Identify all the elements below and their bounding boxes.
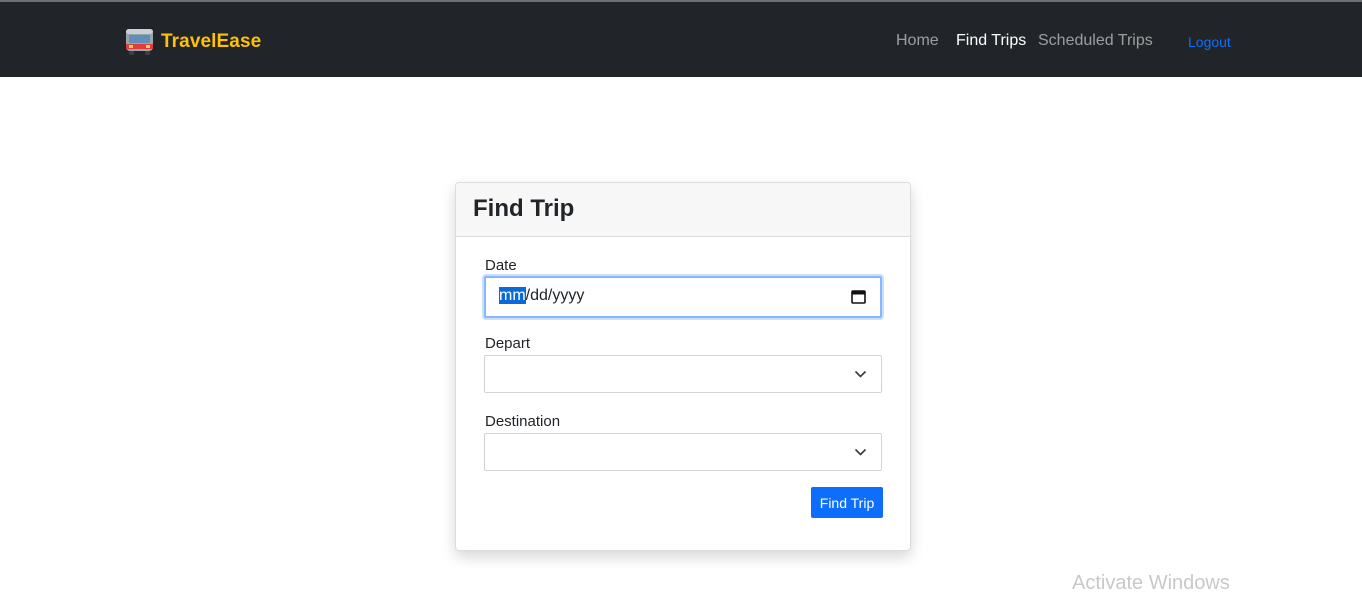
chevron-down-icon [854, 370, 867, 378]
calendar-icon[interactable] [851, 289, 866, 304]
date-day-year-segment[interactable]: /dd/yyyy [526, 287, 585, 304]
date-month-segment[interactable]: mm [499, 287, 526, 304]
top-navbar: TravelEase Home Find Trips Scheduled Tri… [0, 0, 1362, 77]
nav-link-scheduled-trips[interactable]: Scheduled Trips [1038, 32, 1153, 50]
destination-select[interactable] [484, 433, 882, 471]
bus-icon [126, 29, 153, 55]
date-label: Date [485, 257, 517, 274]
date-input[interactable]: mm/dd/yyyy [484, 276, 882, 318]
nav-link-find-trips[interactable]: Find Trips [956, 32, 1026, 50]
nav-link-home[interactable]: Home [896, 32, 939, 50]
depart-select[interactable] [484, 355, 882, 393]
activate-windows-watermark: Activate Windows [1072, 572, 1230, 594]
brand-name: TravelEase [161, 31, 262, 52]
card-title: Find Trip [473, 195, 575, 222]
find-trip-button[interactable]: Find Trip [811, 487, 883, 518]
date-placeholder: mm/dd/yyyy [499, 287, 584, 305]
find-trip-card: Find Trip Date mm/dd/yyyy Depart Destina… [455, 182, 911, 551]
logout-link[interactable]: Logout [1188, 34, 1231, 50]
depart-label: Depart [485, 335, 531, 352]
destination-label: Destination [485, 413, 561, 430]
brand-link[interactable]: TravelEase [124, 26, 261, 58]
chevron-down-icon [854, 448, 867, 456]
card-header: Find Trip [456, 183, 910, 237]
